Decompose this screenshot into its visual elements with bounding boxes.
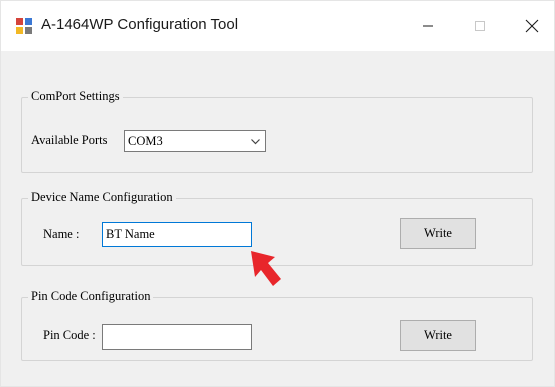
pin-code-input[interactable]: [103, 325, 251, 349]
device-name-field[interactable]: [102, 222, 252, 247]
write-name-button[interactable]: Write: [400, 218, 476, 249]
window-title: A-1464WP Configuration Tool: [41, 16, 239, 33]
app-icon: [16, 18, 32, 34]
maximize-icon: [475, 21, 485, 31]
comport-settings-legend: ComPort Settings: [28, 89, 123, 104]
app-window: A-1464WP Configuration Tool ComPort Sett…: [0, 0, 555, 387]
pin-code-label: Pin Code :: [43, 328, 96, 342]
write-pin-button[interactable]: Write: [400, 320, 476, 351]
available-ports-dropdown[interactable]: COM3: [124, 130, 266, 152]
annotation-arrow-icon: [251, 251, 281, 286]
available-ports-label: Available Ports: [31, 133, 108, 147]
pin-code-legend: Pin Code Configuration: [28, 289, 154, 304]
maximize-button[interactable]: [457, 1, 503, 51]
selected-port-value: COM3: [128, 134, 163, 148]
close-button[interactable]: [509, 1, 555, 51]
name-label: Name :: [43, 227, 80, 241]
minimize-button[interactable]: [405, 1, 451, 51]
minimize-icon: [423, 25, 433, 27]
close-icon: [525, 19, 539, 33]
device-name-input[interactable]: [103, 223, 251, 246]
pin-code-field[interactable]: [102, 324, 252, 350]
title-bar[interactable]: A-1464WP Configuration Tool: [1, 1, 554, 52]
device-name-legend: Device Name Configuration: [28, 190, 176, 205]
chevron-down-icon: [251, 139, 260, 145]
